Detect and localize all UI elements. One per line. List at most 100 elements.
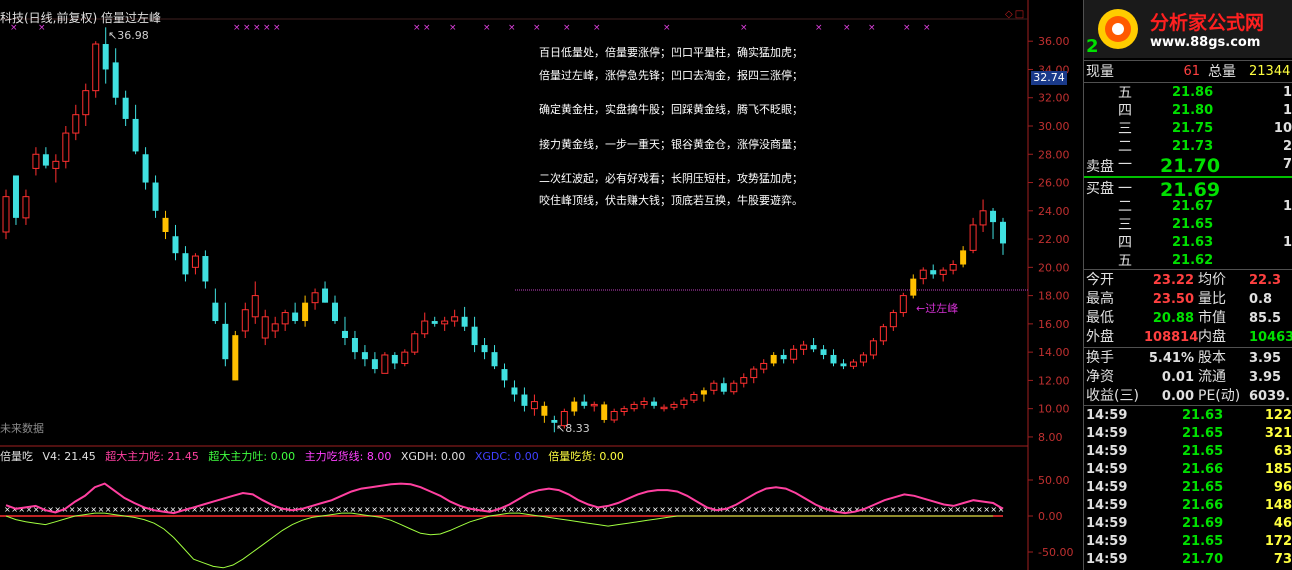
fundamental-value: 0.01 xyxy=(1161,370,1194,385)
fundamental-label: 收益(三) xyxy=(1086,388,1139,404)
bid-volume: 1 xyxy=(1282,199,1292,214)
candle-body xyxy=(222,323,229,360)
tick-row: 14:59 21.65 96 xyxy=(1084,479,1292,497)
baseline-x-icon: × xyxy=(659,505,666,514)
baseline-x-icon: × xyxy=(429,505,436,514)
baseline-x-icon: × xyxy=(976,505,983,514)
candle-body xyxy=(191,255,199,268)
window-controls-icon[interactable]: ◇□ xyxy=(1005,9,1026,20)
poem-line: 咬住峰顶线，伏击赚大钱；顶底若互换，牛股要遊弈。 xyxy=(539,194,803,207)
stat-label: 今开 xyxy=(1086,272,1114,288)
tick-volume: 122 xyxy=(1264,408,1292,423)
bid-level-label: 二 xyxy=(1118,199,1132,215)
signal-x-icon: × xyxy=(923,23,931,33)
baseline-x-icon: × xyxy=(933,505,940,514)
ask-level-label: 四 xyxy=(1118,103,1132,119)
indicator-tick-label: 50.00 xyxy=(1038,474,1070,487)
baseline-x-icon: × xyxy=(126,505,133,514)
baseline-x-icon: × xyxy=(76,505,83,514)
tick-row: 14:59 21.70 73 xyxy=(1084,551,1292,569)
tick-row: 14:59 21.66 148 xyxy=(1084,497,1292,515)
baseline-x-icon: × xyxy=(789,505,796,514)
candle-body xyxy=(511,387,518,395)
breakout-label: 过左峰 xyxy=(925,302,959,315)
tick-volume: 46 xyxy=(1273,516,1292,531)
now-volume-label: 现量 xyxy=(1086,64,1114,80)
tick-row: 14:59 21.63 122 xyxy=(1084,407,1292,425)
tick-time: 14:59 xyxy=(1086,516,1128,531)
baseline-x-icon: × xyxy=(400,505,407,514)
price-tick-label: 20.00 xyxy=(1038,261,1070,274)
signal-x-icon: × xyxy=(593,23,601,33)
ask-price: 21.73 xyxy=(1172,139,1214,154)
candle-body xyxy=(780,354,787,360)
high-price-marker: ↖36.98 xyxy=(108,29,149,42)
bid-price: 21.65 xyxy=(1172,217,1214,232)
candle-body xyxy=(451,316,459,322)
indicator-xgdh: XGDH: 0.00 xyxy=(400,450,466,463)
candle-body xyxy=(889,312,897,328)
candle-body xyxy=(969,224,977,251)
high-price-value: 36.98 xyxy=(117,29,149,42)
signal-x-icon: × xyxy=(868,23,876,33)
candle-body xyxy=(670,403,678,408)
ask-level-row: 二 21.73 2 xyxy=(1084,138,1292,156)
baseline-x-icon: × xyxy=(897,505,904,514)
candle-body xyxy=(750,368,758,379)
tick-time: 14:59 xyxy=(1086,444,1128,459)
logo-url: www.88gs.com xyxy=(1150,35,1261,50)
chart-canvas[interactable]: 36.0034.0032.0030.0028.0026.0024.0022.00… xyxy=(0,0,1083,570)
candle-body xyxy=(122,97,129,119)
candle-body xyxy=(630,403,638,410)
candle-body xyxy=(42,154,49,166)
candle-body xyxy=(571,401,578,412)
stat-label: 量比 xyxy=(1198,291,1226,307)
candle-body xyxy=(232,335,239,381)
baseline-x-icon: × xyxy=(328,505,335,514)
fundamental-label: 流通 xyxy=(1198,369,1226,385)
baseline-x-icon: × xyxy=(134,505,141,514)
bid-level-row: 三 21.65 xyxy=(1084,216,1292,234)
candle-body xyxy=(919,269,927,280)
candle-body xyxy=(530,401,538,410)
candle-body xyxy=(311,292,319,304)
tick-price: 21.65 xyxy=(1182,426,1224,441)
baseline-x-icon: × xyxy=(371,505,378,514)
indicator-main-accum: 主力吃货线: 8.00 xyxy=(304,450,392,463)
ask-level-label: 二 xyxy=(1118,139,1132,155)
candle-body xyxy=(471,326,478,346)
stat-label: 均价 xyxy=(1198,272,1226,288)
candle-body xyxy=(112,62,119,98)
ask-volume: 1 xyxy=(1282,85,1292,100)
tick-row: 14:59 21.69 46 xyxy=(1084,515,1292,533)
candle-body xyxy=(1000,221,1006,244)
tick-volume: 96 xyxy=(1273,480,1292,495)
baseline-x-icon: × xyxy=(386,505,393,514)
indicator-title-bar: 倍量吃 V4: 21.45 超大主力吃: 21.45 超大主力吐: 0.00 主… xyxy=(0,448,630,464)
candle-body xyxy=(790,348,798,360)
baseline-x-icon: × xyxy=(681,505,688,514)
baseline-x-icon: × xyxy=(450,505,457,514)
tick-row: 14:59 21.65 321 xyxy=(1084,425,1292,443)
baseline-x-icon: × xyxy=(774,505,781,514)
tick-row: 14:59 21.66 185 xyxy=(1084,461,1292,479)
price-tick-label: 32.00 xyxy=(1038,92,1070,105)
baseline-x-icon: × xyxy=(940,505,947,514)
candle-body xyxy=(72,114,80,134)
price-tick-label: 24.00 xyxy=(1038,205,1070,218)
tick-time: 14:59 xyxy=(1086,462,1128,477)
signal-x-icon: × xyxy=(533,23,541,33)
candle-body xyxy=(660,406,668,410)
indicator-tick-label: 0.00 xyxy=(1038,510,1063,523)
baseline-x-icon: × xyxy=(537,505,544,514)
signal-x-icon: × xyxy=(253,23,261,33)
kline-chart[interactable]: 36.00 34.00 32.00 30.00 28.00 26.00 24.00 22.00… xyxy=(0,0,1083,570)
fundamental-value: 6039. xyxy=(1249,389,1291,404)
baseline-x-icon: × xyxy=(407,505,414,514)
candle-body xyxy=(82,90,90,116)
candle-body xyxy=(172,236,179,254)
candle-body xyxy=(610,410,618,421)
candle-body xyxy=(710,382,718,391)
baseline-x-icon: × xyxy=(738,505,745,514)
candle-body xyxy=(740,377,748,384)
